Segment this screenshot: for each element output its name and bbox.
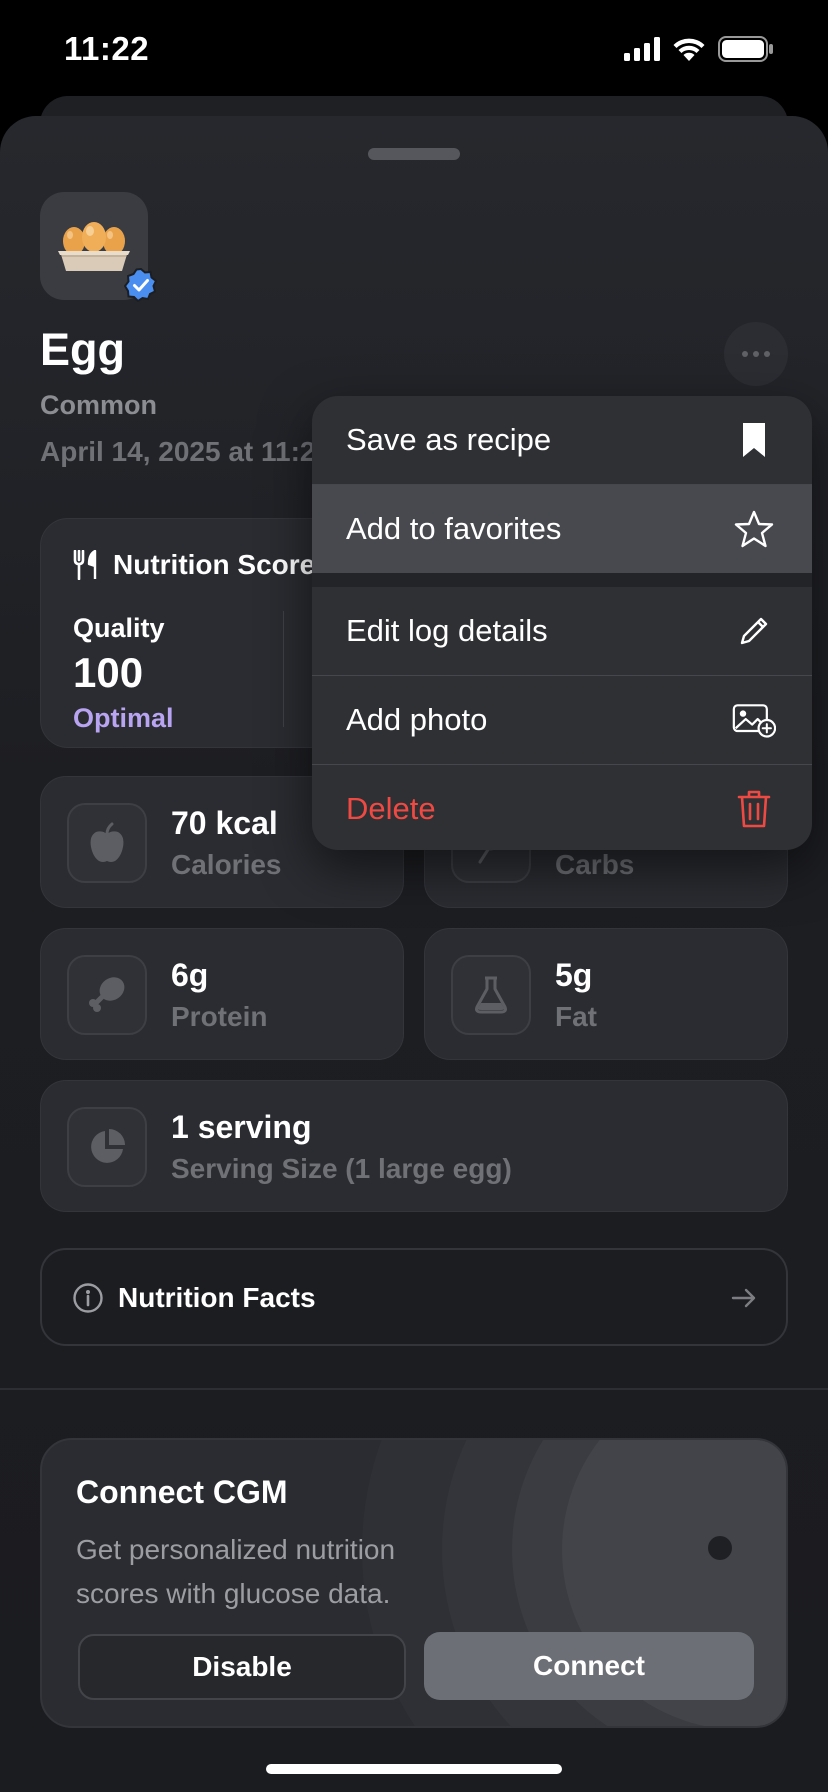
context-menu: Save as recipe Add to favorites Edit log… (312, 396, 812, 850)
section-divider (0, 1388, 828, 1390)
egg-carton-icon (58, 222, 130, 271)
status-bar: 11:22 (0, 0, 828, 96)
flask-icon (475, 976, 507, 1014)
more-options-button[interactable] (724, 322, 788, 386)
more-dot-icon (742, 351, 748, 357)
serving-value: 1 serving (171, 1109, 312, 1145)
stat-icon-box (67, 955, 147, 1035)
menu-item-edit-log-details[interactable]: Edit log details (312, 587, 812, 675)
fat-card[interactable]: 5g Fat (424, 928, 788, 1060)
carbs-label: Carbs (555, 849, 635, 880)
connect-button[interactable]: Connect (424, 1632, 754, 1700)
stat-icon-box (67, 1107, 147, 1187)
verified-badge-icon (124, 268, 158, 302)
menu-item-add-to-favorites[interactable]: Add to favorites (312, 485, 812, 573)
stat-icon-box (67, 803, 147, 883)
score-divider (283, 611, 284, 727)
food-category: Common (40, 390, 157, 420)
arrow-right-icon (731, 1288, 756, 1308)
serving-size-card[interactable]: 1 serving Serving Size (1 large egg) (40, 1080, 788, 1212)
nutrition-score-header: Nutrition Score (73, 549, 315, 581)
battery-icon (718, 36, 773, 62)
more-dot-icon (764, 351, 770, 357)
wifi-icon (673, 38, 705, 61)
log-date: April 14, 2025 at 11:22 (40, 436, 332, 467)
info-icon (73, 1283, 103, 1313)
trash-icon (732, 787, 776, 831)
drumstick-icon (89, 977, 125, 1012)
apple-icon (90, 822, 124, 862)
nutrition-score-title: Nutrition Score (113, 549, 316, 580)
menu-item-label: Save as recipe (346, 422, 552, 457)
sheet-grabber[interactable] (368, 148, 460, 160)
food-title: Egg (40, 324, 125, 375)
cgm-description: Get personalized nutrition scores with g… (76, 1534, 396, 1609)
status-icons (624, 36, 774, 62)
pencil-icon (732, 609, 776, 653)
connect-cgm-card: Connect CGM Get personalized nutrition s… (40, 1438, 788, 1728)
nutrition-facts-row[interactable]: Nutrition Facts (40, 1248, 788, 1346)
nutrition-facts-label: Nutrition Facts (118, 1282, 316, 1313)
menu-item-delete[interactable]: Delete (312, 765, 812, 850)
home-indicator[interactable] (266, 1764, 562, 1774)
cellular-signal-icon (624, 37, 660, 61)
menu-item-add-photo[interactable]: Add photo (312, 676, 812, 764)
more-dot-icon (753, 351, 759, 357)
menu-item-label: Add photo (346, 702, 488, 737)
status-time: 11:22 (64, 30, 150, 67)
protein-card[interactable]: 6g Protein (40, 928, 404, 1060)
pie-chart-icon (91, 1129, 125, 1163)
fork-knife-icon (73, 550, 97, 580)
quality-value: 100 (73, 649, 144, 696)
serving-label: Serving Size (1 large egg) (171, 1153, 512, 1184)
stat-icon-box (451, 955, 531, 1035)
fat-label: Fat (555, 1001, 597, 1032)
bookmark-icon (732, 418, 776, 462)
menu-item-save-as-recipe[interactable]: Save as recipe (312, 396, 812, 484)
quality-label: Quality (73, 613, 165, 643)
fat-value: 5g (555, 957, 593, 993)
quality-status: Optimal (73, 703, 174, 733)
menu-group-gap (312, 573, 812, 587)
menu-item-label: Add to favorites (346, 511, 562, 546)
disable-button[interactable]: Disable (78, 1634, 406, 1700)
menu-item-label: Edit log details (346, 613, 548, 648)
food-detail-sheet: Egg Common April 14, 2025 at 11:22 Nutri… (0, 116, 828, 1792)
add-photo-icon (732, 698, 776, 742)
cgm-title: Connect CGM (76, 1474, 288, 1510)
calories-value: 70 kcal (171, 805, 278, 841)
calories-label: Calories (171, 849, 282, 880)
protein-value: 6g (171, 957, 209, 993)
star-icon (732, 507, 776, 551)
menu-item-label: Delete (346, 791, 436, 826)
protein-label: Protein (171, 1001, 268, 1032)
